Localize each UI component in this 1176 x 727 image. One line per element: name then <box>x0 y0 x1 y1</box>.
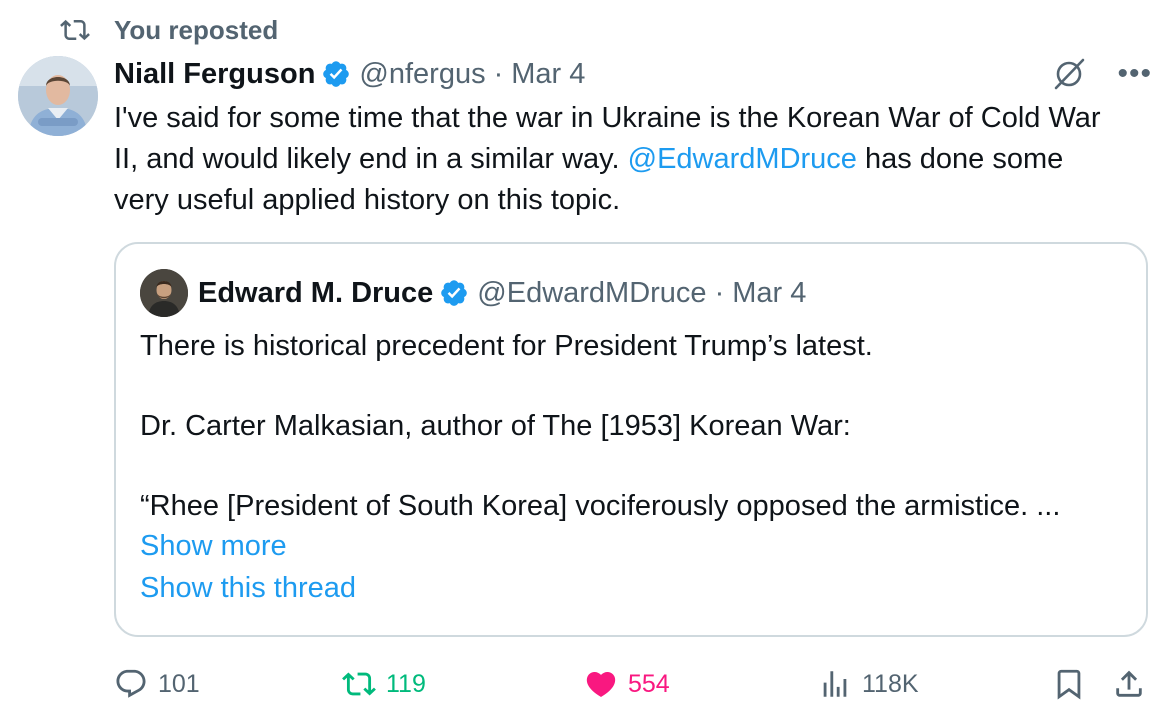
share-button[interactable] <box>1112 664 1156 704</box>
repost-icon <box>60 19 90 41</box>
quote-line-1: There is historical precedent for Presid… <box>140 330 873 362</box>
quote-text: There is historical precedent for Presid… <box>140 326 1130 566</box>
grok-icon[interactable] <box>1051 56 1087 92</box>
quote-date[interactable]: Mar 4 <box>732 277 806 310</box>
quote-author-name[interactable]: Edward M. Druce <box>198 277 433 310</box>
more-options-icon[interactable]: ••• <box>1117 59 1152 89</box>
show-more-link[interactable]: Show more <box>140 526 1130 566</box>
share-icon <box>1116 670 1142 697</box>
show-thread-link[interactable]: Show this thread <box>140 572 356 605</box>
like-count: 554 <box>628 669 670 698</box>
author-handle[interactable]: @nfergus <box>359 58 485 91</box>
like-button[interactable]: 554 <box>584 664 670 704</box>
quote-line-3: “Rhee [President of South Korea] vocifer… <box>140 490 1061 522</box>
quote-header: Edward M. Druce @EdwardMDruce · Mar 4 <box>140 268 806 318</box>
bookmark-icon <box>1057 669 1081 700</box>
author-avatar[interactable] <box>18 56 98 136</box>
reply-button[interactable]: 101 <box>114 664 200 704</box>
repost-action-icon <box>342 672 376 696</box>
tweet-actions-bar: 101 119 554 118K <box>114 664 1154 704</box>
views-count: 118K <box>862 669 919 698</box>
tweet-date[interactable]: Mar 4 <box>511 58 585 91</box>
analytics-icon <box>823 671 847 697</box>
views-button[interactable]: 118K <box>818 664 919 704</box>
quote-line-2: Dr. Carter Malkasian, author of The [195… <box>140 410 851 442</box>
tweet-header: Niall Ferguson @nfergus · Mar 4 ••• <box>114 52 1152 96</box>
repost-label: You reposted <box>114 14 279 45</box>
heart-icon <box>586 671 616 697</box>
quote-author-handle[interactable]: @EdwardMDruce <box>477 277 706 310</box>
bookmark-button[interactable] <box>1052 664 1096 704</box>
avatar-image <box>18 56 98 136</box>
reply-count: 101 <box>158 669 200 698</box>
quoted-tweet-card[interactable]: Edward M. Druce @EdwardMDruce · Mar 4 Th… <box>114 242 1148 637</box>
quote-verified-badge-icon[interactable] <box>439 278 469 308</box>
mention-link[interactable]: @EdwardMDruce <box>628 143 857 175</box>
author-name[interactable]: Niall Ferguson <box>114 58 315 91</box>
quote-separator-dot: · <box>714 276 725 309</box>
reply-icon <box>116 669 146 698</box>
tweet-text: I've said for some time that the war in … <box>114 98 1124 221</box>
separator-dot: · <box>493 57 504 90</box>
quote-avatar-image <box>140 269 188 317</box>
repost-indicator[interactable]: You reposted <box>60 12 278 48</box>
verified-badge-icon[interactable] <box>321 59 351 89</box>
quote-author-avatar[interactable] <box>140 269 188 317</box>
repost-count: 119 <box>386 669 426 698</box>
repost-button[interactable]: 119 <box>342 664 426 704</box>
